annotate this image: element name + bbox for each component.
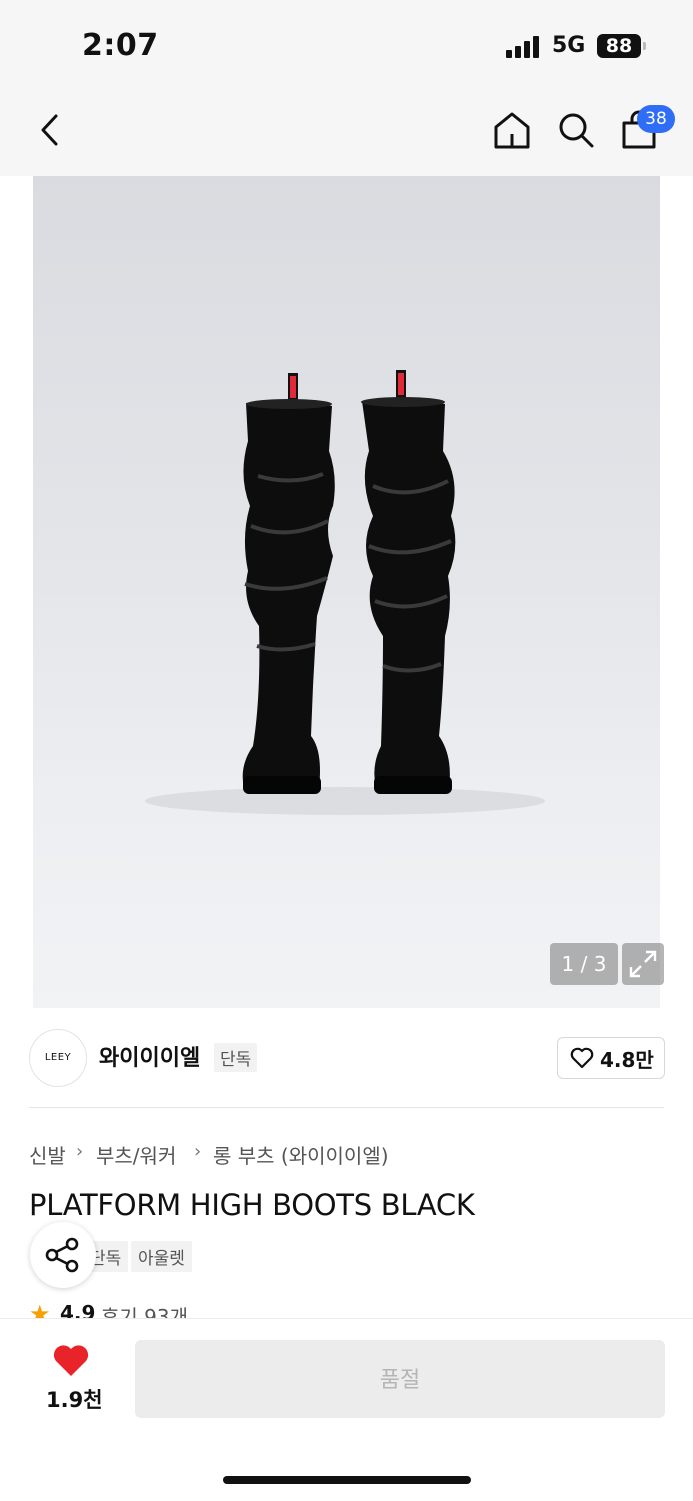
breadcrumb-item[interactable]: 신발 bbox=[29, 1140, 66, 1169]
cart-count-badge: 38 bbox=[637, 105, 675, 133]
sold-out-button[interactable]: 품절 bbox=[135, 1340, 665, 1418]
wishlist-count: 1.9천 bbox=[46, 1388, 103, 1412]
brand-name[interactable]: 와이이이엘 bbox=[99, 1040, 200, 1072]
breadcrumb-item[interactable]: 롱 부츠 (와이이이엘) bbox=[213, 1140, 389, 1169]
breadcrumb-item[interactable]: 부츠/워커 bbox=[96, 1140, 176, 1169]
status-time: 2:07 bbox=[82, 28, 159, 63]
share-button[interactable] bbox=[30, 1222, 96, 1288]
product-tag: 아울렛 bbox=[131, 1241, 192, 1272]
image-counter: 1 / 3 bbox=[550, 943, 618, 985]
product-image[interactable] bbox=[33, 176, 660, 1008]
chevron-right-icon: › bbox=[76, 1141, 84, 1162]
network-label: 5G bbox=[552, 33, 586, 58]
signal-icon bbox=[506, 36, 539, 58]
expand-icon bbox=[629, 950, 657, 978]
expand-image-button[interactable] bbox=[622, 943, 664, 985]
battery-tip bbox=[643, 42, 646, 50]
brand-like-count: 4.8만 bbox=[600, 1048, 654, 1072]
brand-logo[interactable]: LEEY bbox=[29, 1029, 87, 1087]
home-icon[interactable] bbox=[492, 110, 532, 150]
divider bbox=[29, 1107, 664, 1108]
heart-outline-icon bbox=[570, 1047, 594, 1069]
battery-icon: 88 bbox=[597, 34, 641, 58]
boots-illustration bbox=[145, 370, 545, 815]
search-icon[interactable] bbox=[556, 110, 596, 150]
product-title: PLATFORM HIGH BOOTS BLACK bbox=[29, 1188, 475, 1222]
chevron-right-icon: › bbox=[194, 1141, 202, 1162]
home-indicator bbox=[223, 1476, 471, 1484]
brand-exclusive-tag: 단독 bbox=[214, 1043, 258, 1072]
share-icon bbox=[45, 1237, 79, 1273]
wishlist-heart-icon[interactable] bbox=[52, 1344, 90, 1378]
back-icon[interactable] bbox=[36, 112, 64, 148]
